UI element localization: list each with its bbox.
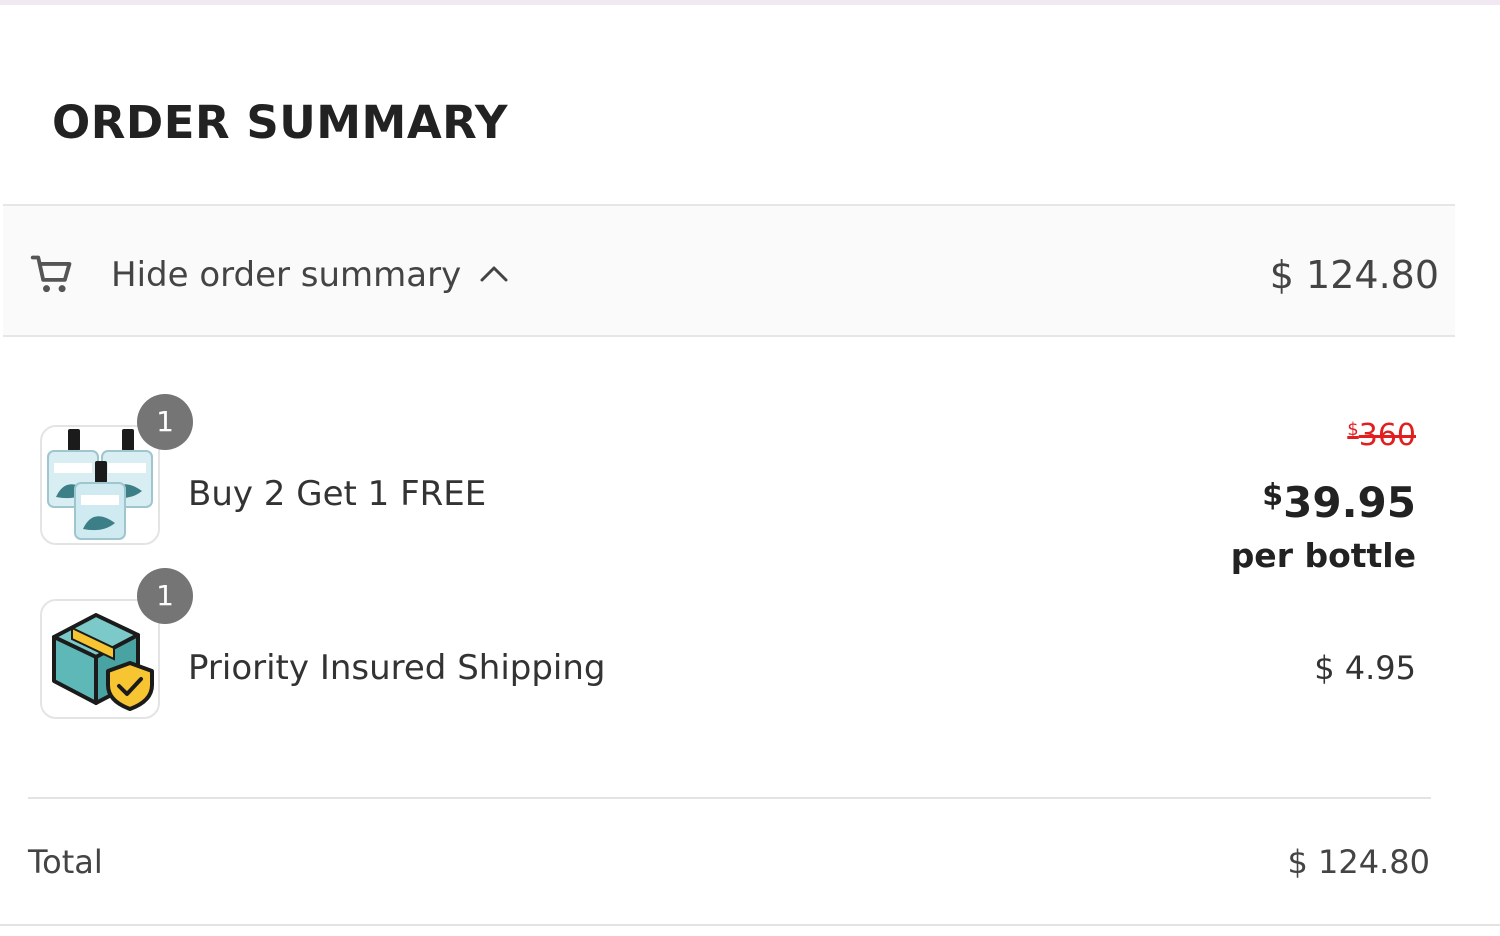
chevron-up-icon	[480, 266, 508, 282]
item-name: Priority Insured Shipping	[188, 648, 606, 688]
divider	[0, 924, 1500, 926]
order-summary-toggle[interactable]: Hide order summary $ 124.80	[3, 204, 1455, 337]
perfume-bottles-icon	[47, 429, 153, 540]
original-price: $360	[1347, 410, 1416, 456]
original-price-currency: $	[1347, 419, 1359, 440]
insured-package-icon	[52, 613, 154, 711]
sale-price: $39.95	[1262, 468, 1416, 531]
shipping-price: $ 4.95	[1314, 649, 1416, 687]
shipping-thumbnail	[40, 599, 160, 719]
original-price-value: 360	[1358, 418, 1416, 453]
sale-price-value: 39.95	[1283, 478, 1416, 527]
toggle-total: $ 124.80	[1269, 253, 1439, 297]
total-label: Total	[28, 843, 103, 881]
total-value: $ 124.80	[1287, 843, 1431, 881]
page-title: ORDER SUMMARY	[52, 96, 508, 149]
toggle-label: Hide order summary	[111, 255, 462, 295]
divider	[28, 797, 1431, 799]
product-thumbnail	[40, 425, 160, 545]
item-name: Buy 2 Get 1 FREE	[188, 474, 487, 514]
quantity-badge: 1	[137, 394, 193, 450]
top-border	[0, 0, 1500, 5]
price-unit: per bottle	[1230, 536, 1416, 575]
cart-icon	[30, 255, 72, 293]
sale-price-currency: $	[1262, 478, 1284, 513]
quantity-badge: 1	[137, 568, 193, 624]
